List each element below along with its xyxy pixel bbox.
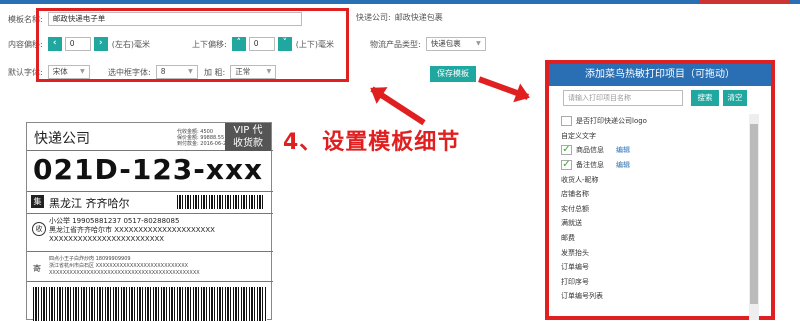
clear-button[interactable]: 清空 — [723, 90, 747, 106]
print-items-panel: 添加菜鸟热敏打印项目（可拖动） 请输入打印项目名称 搜索 清空 是否打印快递公司… — [545, 60, 775, 320]
print-item-label: 商品信息 — [576, 146, 604, 155]
chevron-down-icon: ▼ — [476, 40, 481, 47]
annotation-arrow-left — [370, 86, 426, 126]
sender-line: 四点小王子白炸炒肉 18099909909 — [49, 256, 131, 262]
print-item-label: 发票抬头 — [561, 248, 589, 257]
scrollbar-thumb[interactable] — [750, 124, 758, 304]
waybill-divider — [27, 281, 273, 282]
express-company-label: 快递公司: — [356, 13, 391, 22]
waybill-barcode-small — [177, 195, 265, 209]
waybill-divider — [27, 191, 273, 192]
annotation-step-text: 4、设置模板细节 — [283, 130, 461, 155]
top-nav-highlight — [700, 0, 790, 4]
print-items-list: 是否打印快递公司logo 自定义文字 ✓ 商品信息 编辑 ✓ 备注信息 编辑 收货人-昵称 店铺名… — [561, 114, 747, 304]
print-item-label: 收货人-昵称 — [561, 175, 599, 184]
print-item[interactable]: 打印序号 — [561, 275, 747, 290]
print-item[interactable]: 店铺名称 — [561, 187, 747, 202]
checkmark-icon[interactable]: ✓ — [561, 160, 572, 171]
edit-link[interactable]: 编辑 — [616, 145, 630, 155]
print-item-label: 订单编号列表 — [561, 292, 603, 301]
checkmark-icon[interactable]: ✓ — [561, 145, 572, 156]
save-template-button[interactable]: 保存模板 — [430, 66, 476, 82]
print-item-label: 是否打印快递公司logo — [576, 117, 647, 126]
print-item-label: 自定义文字 — [561, 131, 596, 140]
receiver-line: 小公举 19905881237 0517-80288085 — [49, 217, 180, 225]
waybill-company: 快递公司 — [34, 131, 90, 147]
annotation-arrow-right — [478, 76, 530, 100]
print-item[interactable]: 收货人-昵称 — [561, 172, 747, 187]
product-type-value: 快递包裹 — [430, 39, 461, 48]
print-item[interactable]: 是否打印快递公司logo — [561, 114, 747, 129]
waybill-vip-badge: VIP 代 收货款 — [225, 123, 271, 151]
vip-line: 收货款 — [233, 138, 263, 149]
search-button[interactable]: 搜索 — [691, 90, 719, 106]
print-item[interactable]: ✓ 商品信息 编辑 — [561, 143, 747, 158]
waybill-sender-badge: 寄 — [33, 264, 41, 273]
print-item[interactable]: 自定义文字 — [561, 129, 747, 144]
receiver-line: 黑龙江省齐齐哈尔市 XXXXXXXXXXXXXXXXXXXXX — [49, 226, 215, 234]
vip-line: VIP 代 — [233, 125, 263, 136]
product-type-row: 物流产品类型: 快递包裹 ▼ — [370, 37, 486, 51]
receiver-line: XXXXXXXXXXXXXXXXXXXXXXXX — [49, 235, 165, 243]
print-item-label: 订单编号 — [561, 263, 589, 272]
panel-title[interactable]: 添加菜鸟热敏打印项目（可拖动） — [549, 64, 771, 86]
waybill-preview: 快递公司 代收金额: 4500 保价金额: 99888.55 到付款金: 201… — [26, 122, 273, 321]
print-item-label: 打印序号 — [561, 277, 589, 286]
print-item-label: 邮费 — [561, 234, 575, 243]
print-item[interactable]: 订单编号 — [561, 260, 747, 275]
checkbox[interactable] — [561, 116, 572, 127]
waybill-receiver-badge: 收 — [32, 222, 46, 236]
print-item[interactable]: ✓ 备注信息 编辑 — [561, 158, 747, 173]
waybill-destination-city: 黑龙江 齐齐哈尔 — [49, 197, 130, 210]
annotation-highlight-box-form — [36, 8, 349, 82]
waybill-barcode-main — [33, 287, 267, 321]
waybill-receiver: 小公举 19905881237 0517-80288085 黑龙江省齐齐哈尔市 … — [49, 217, 215, 244]
sender-line: 浙江省杭州市白石区 XXXXXXXXXXXXXXXXXXXXXXXXXXX — [49, 263, 189, 269]
sender-line: XXXXXXXXXXXXXXXXXXXXXXXXXXXXXXXXXXXXXXXX… — [49, 270, 200, 276]
waybill-divider — [27, 213, 273, 214]
product-type-select[interactable]: 快递包裹 ▼ — [425, 37, 486, 51]
top-nav-bar — [0, 0, 800, 4]
print-item-label: 店铺名称 — [561, 190, 589, 199]
print-item-search-input[interactable]: 请输入打印项目名称 — [563, 90, 683, 106]
waybill-sort-code: 021D-123-xxx — [33, 153, 264, 186]
print-item[interactable]: 订单编号列表 — [561, 289, 747, 304]
express-company-value: 邮政快递包裹 — [394, 13, 443, 22]
print-item[interactable]: 满就送 — [561, 216, 747, 231]
waybill-city-badge: 集 — [31, 195, 44, 208]
waybill-divider — [27, 251, 273, 252]
print-item[interactable]: 实付总额 — [561, 202, 747, 217]
print-item-label: 满就送 — [561, 219, 582, 228]
product-type-label: 物流产品类型: — [370, 39, 421, 49]
print-item-label: 实付总额 — [561, 204, 589, 213]
waybill-sender: 四点小王子白炸炒肉 18099909909 浙江省杭州市白石区 XXXXXXXX… — [49, 256, 200, 277]
express-company-row: 快递公司: 邮政快递包裹 — [356, 12, 443, 23]
edit-link[interactable]: 编辑 — [616, 160, 630, 170]
print-item[interactable]: 发票抬头 — [561, 245, 747, 260]
print-item[interactable]: 邮费 — [561, 231, 747, 246]
print-item-label: 备注信息 — [576, 161, 604, 170]
